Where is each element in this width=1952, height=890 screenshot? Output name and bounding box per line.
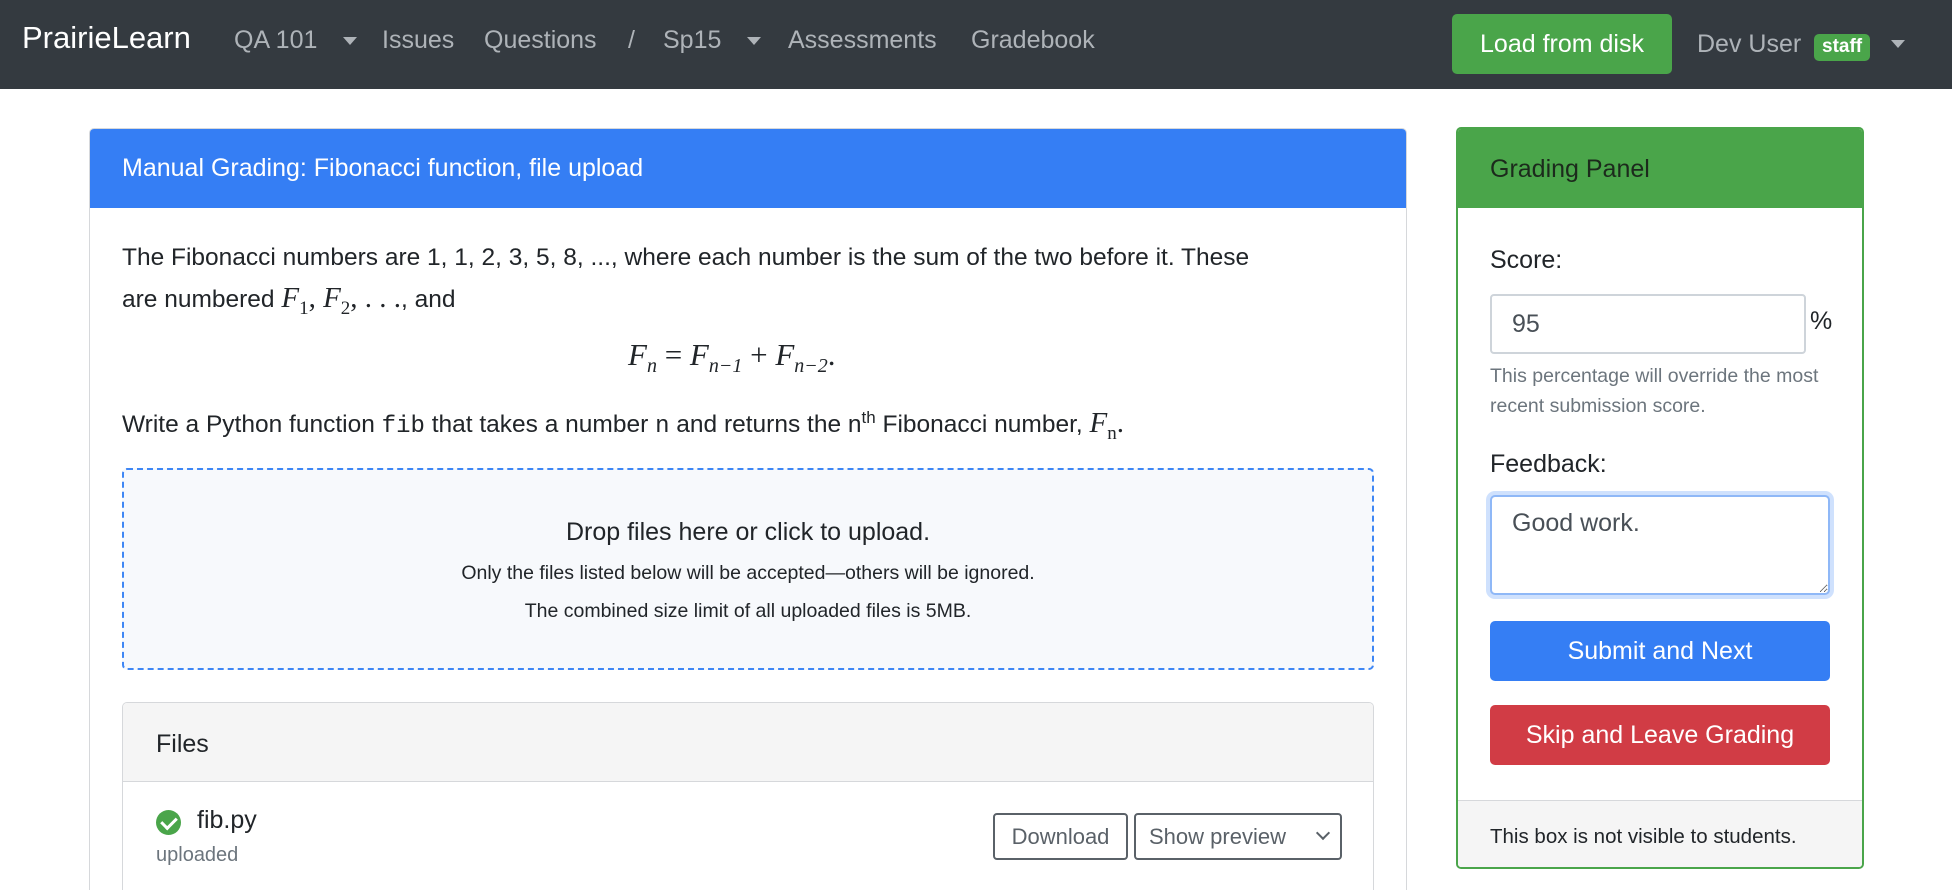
check-circle-icon bbox=[156, 810, 181, 835]
files-title: Files bbox=[156, 730, 209, 758]
staff-badge: staff bbox=[1814, 34, 1871, 61]
nav-separator: / bbox=[628, 26, 635, 54]
score-help-text: This percentage will override the most r… bbox=[1490, 365, 1819, 417]
nav-assessments[interactable]: Assessments bbox=[788, 26, 937, 55]
dropzone-size-limit-note: The combined size limit of all uploaded … bbox=[524, 600, 972, 622]
skip-and-leave-grading-button[interactable]: Skip and Leave Grading bbox=[1490, 705, 1830, 765]
code-fib: fib bbox=[381, 413, 425, 440]
course-instance-chevron-down-icon[interactable] bbox=[747, 37, 761, 45]
course-dropdown[interactable]: QA 101 bbox=[234, 26, 317, 55]
file-name: fib.py bbox=[197, 806, 257, 834]
superscript-th: th bbox=[861, 407, 876, 427]
question-text-line1: The Fibonacci numbers are 1, 1, 2, 3, 5,… bbox=[122, 244, 1250, 271]
top-navbar: PrairieLearn QA 101 Issues Questions / S… bbox=[0, 0, 1952, 89]
download-button-label: Download bbox=[1011, 823, 1110, 849]
brand-link[interactable]: PrairieLearn bbox=[22, 20, 191, 56]
question-text-line2: are numbered F1, F2, . . ., and bbox=[122, 282, 456, 320]
score-percent-unit: % bbox=[1810, 307, 1833, 335]
feedback-textarea[interactable]: Good work. bbox=[1490, 495, 1830, 595]
math-sequence: F1, F2, . . . bbox=[281, 282, 402, 319]
show-preview-button[interactable]: Show preview bbox=[1134, 813, 1342, 860]
code-n: n bbox=[655, 413, 670, 440]
math-fn: Fn. bbox=[1089, 407, 1124, 444]
question-text-task: Write a Python function fib that takes a… bbox=[122, 407, 1124, 445]
chevron-down-icon bbox=[1315, 825, 1331, 841]
task-suffix: Fibonacci number, bbox=[882, 411, 1083, 438]
fibonacci-formula: Fn = Fn−1 + Fn−2. bbox=[628, 337, 836, 378]
task-prefix: Write a Python function bbox=[122, 411, 375, 438]
load-from-disk-button[interactable]: Load from disk bbox=[1452, 14, 1672, 74]
course-instance-dropdown[interactable]: Sp15 bbox=[663, 26, 721, 55]
feedback-label: Feedback: bbox=[1490, 450, 1607, 478]
nav-issues[interactable]: Issues bbox=[382, 26, 454, 55]
question-card-header: Manual Grading: Fibonacci function, file… bbox=[90, 129, 1406, 208]
question-text-numbered: are numbered bbox=[122, 286, 275, 313]
task-mid: that takes a number bbox=[431, 411, 649, 438]
download-button[interactable]: Download bbox=[993, 813, 1128, 860]
files-card: Files fib.py uploaded Download Show prev… bbox=[122, 702, 1374, 890]
grading-panel-header: Grading Panel bbox=[1458, 129, 1862, 208]
nav-questions[interactable]: Questions bbox=[484, 26, 597, 55]
show-preview-label: Show preview bbox=[1149, 823, 1286, 849]
score-input[interactable] bbox=[1490, 294, 1806, 354]
nav-gradebook[interactable]: Gradebook bbox=[971, 26, 1095, 55]
user-menu[interactable]: Dev User bbox=[1697, 30, 1801, 59]
task-after-n: and returns the n bbox=[676, 411, 862, 438]
submit-and-next-button[interactable]: Submit and Next bbox=[1490, 621, 1830, 681]
user-chevron-down-icon[interactable] bbox=[1891, 40, 1905, 48]
file-dropzone[interactable]: Drop files here or click to upload. Only… bbox=[122, 468, 1374, 670]
course-chevron-down-icon[interactable] bbox=[343, 37, 357, 45]
question-title: Manual Grading: Fibonacci function, file… bbox=[122, 154, 644, 182]
grading-panel: Grading Panel Score: % This percentage w… bbox=[1456, 127, 1864, 869]
dropzone-title: Drop files here or click to upload. bbox=[565, 518, 931, 546]
score-label: Score: bbox=[1490, 246, 1563, 274]
dropzone-accepted-note: Only the files listed below will be acce… bbox=[461, 562, 1035, 584]
question-text-and: , and bbox=[401, 286, 456, 313]
file-status: uploaded bbox=[156, 844, 239, 866]
grading-panel-footer: This box is not visible to students. bbox=[1458, 800, 1862, 867]
files-card-header: Files bbox=[123, 703, 1373, 782]
grading-panel-title: Grading Panel bbox=[1490, 155, 1650, 183]
not-visible-note: This box is not visible to students. bbox=[1490, 825, 1797, 848]
